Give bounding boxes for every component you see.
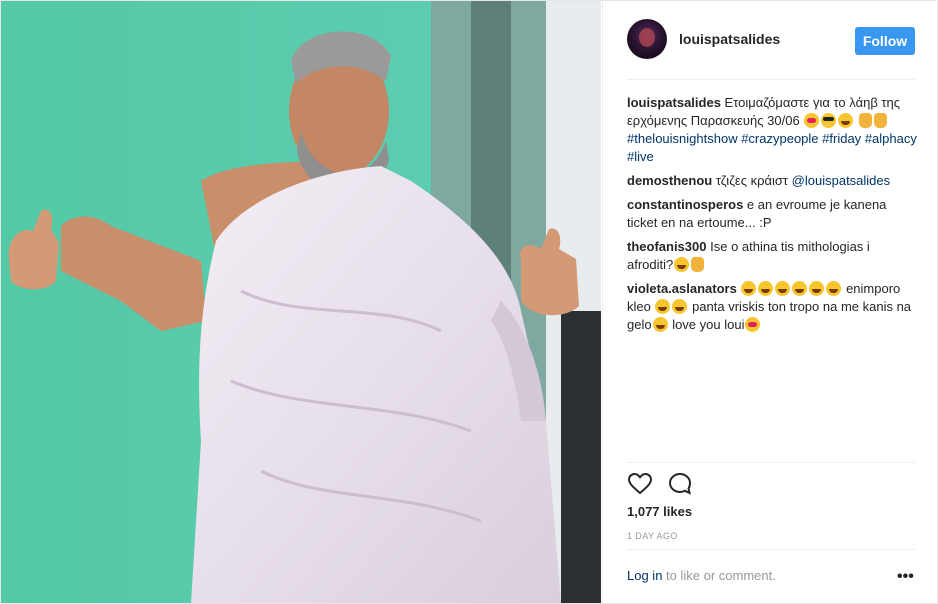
comment-text: love you loui: [668, 317, 745, 332]
login-link[interactable]: Log in: [627, 568, 662, 583]
comment-username[interactable]: theofanis300: [627, 239, 706, 254]
avatar[interactable]: [627, 19, 667, 59]
comment-item: theofanis300 Ise o athina tis mithologia…: [627, 238, 917, 274]
post-timestamp[interactable]: 1 DAY AGO: [627, 531, 678, 541]
laugh-emoji-icon: [792, 281, 808, 296]
laugh-emoji-icon: [838, 113, 854, 128]
hashtag-link[interactable]: #friday: [822, 131, 861, 146]
more-options-icon[interactable]: •••: [897, 568, 914, 586]
footer-divider: [627, 549, 915, 550]
comment-item: demosthenou τζιζες κράιστ @louispatsalid…: [627, 172, 917, 190]
comment-username[interactable]: constantinosperos: [627, 197, 743, 212]
comment-username[interactable]: louispatsalides: [627, 95, 721, 110]
comment-text: τζιζες κράιστ: [715, 173, 792, 188]
laugh-emoji-icon: [655, 299, 671, 314]
comment-item: violeta.aslanators enimporo kleo panta v…: [627, 280, 917, 334]
comments-list: louispatsalides Ετοιμαζόμαστε για το λάη…: [627, 94, 917, 340]
post-photo[interactable]: [1, 1, 601, 603]
hashtag-link[interactable]: #thelouisnightshow: [627, 131, 738, 146]
laugh-emoji-icon: [741, 281, 757, 296]
laugh-emoji-icon: [775, 281, 791, 296]
header-divider: [627, 79, 915, 80]
hashtag-link[interactable]: #alphacy: [865, 131, 917, 146]
laugh-emoji-icon: [809, 281, 825, 296]
username-link[interactable]: louispatsalides: [679, 31, 780, 47]
action-bar: [627, 471, 915, 497]
laugh-emoji-icon: [672, 299, 688, 314]
laugh-emoji-icon: [826, 281, 842, 296]
cool-emoji-icon: [821, 113, 837, 128]
hand-emoji-icon: [873, 113, 887, 128]
comment-item: constantinosperos e an evroume je kanena…: [627, 196, 917, 232]
mention-link[interactable]: @louispatsalides: [792, 173, 890, 188]
comment-username[interactable]: violeta.aslanators: [627, 281, 737, 296]
post-side-panel: louispatsalides Follow louispatsalides Ε…: [602, 1, 937, 603]
heart-emoji-icon: [745, 317, 761, 332]
laugh-emoji-icon: [674, 257, 690, 272]
hashtag-link[interactable]: #live: [627, 149, 654, 164]
hand-emoji-icon: [691, 257, 705, 272]
follow-button[interactable]: Follow: [855, 27, 915, 55]
comment-item: louispatsalides Ετοιμαζόμαστε για το λάη…: [627, 94, 917, 166]
photo-illustration: [1, 1, 601, 603]
avatar-face: [639, 28, 655, 47]
comment-username[interactable]: demosthenou: [627, 173, 712, 188]
instagram-post: louispatsalides Follow louispatsalides Ε…: [0, 0, 938, 604]
laugh-emoji-icon: [652, 317, 668, 332]
comment-icon[interactable]: [667, 471, 693, 497]
hashtag-link[interactable]: #crazypeople: [741, 131, 818, 146]
likes-count[interactable]: 1,077 likes: [627, 504, 692, 519]
login-rest-text: to like or comment.: [662, 568, 776, 583]
post-header: louispatsalides Follow: [627, 19, 915, 63]
comment-text: [854, 113, 858, 128]
heart-emoji-icon: [804, 113, 820, 128]
heart-icon[interactable]: [627, 471, 653, 497]
laugh-emoji-icon: [758, 281, 774, 296]
comments-divider: [627, 462, 915, 463]
login-prompt: Log in to like or comment.: [627, 568, 776, 583]
hand-emoji-icon: [858, 113, 872, 128]
